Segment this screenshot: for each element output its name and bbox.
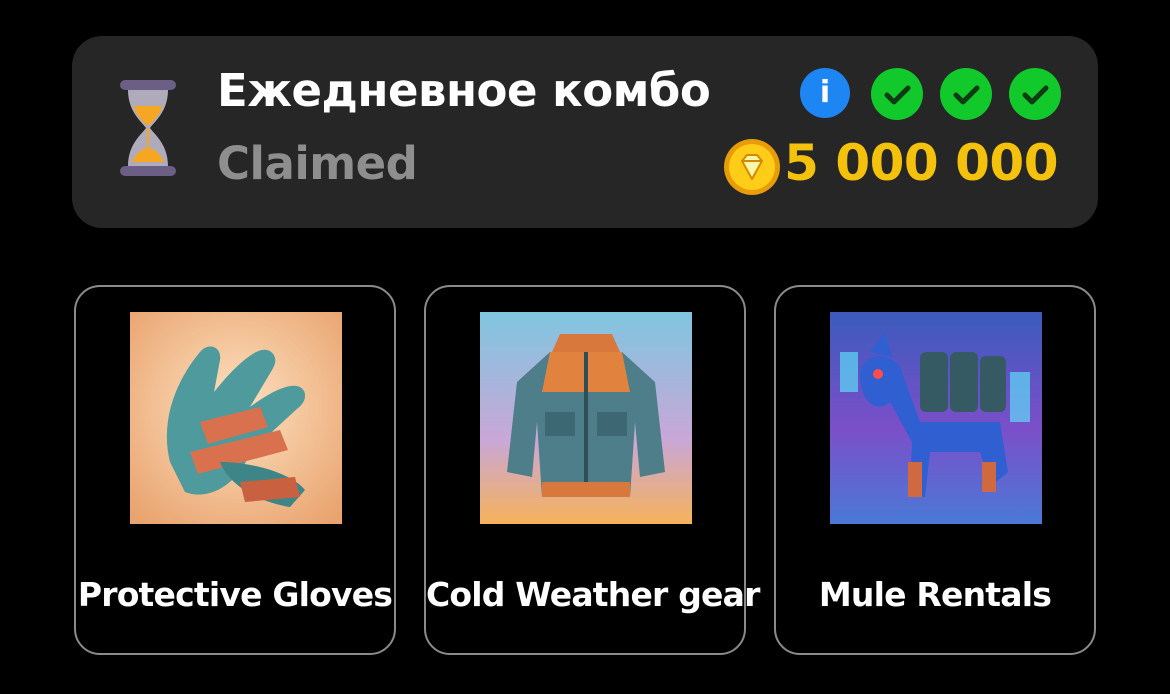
claimed-status: Claimed (217, 137, 418, 190)
combo-title: Ежедневное комбо (217, 64, 711, 117)
check-icon (871, 68, 923, 120)
item-label: Protective Gloves (77, 575, 393, 614)
item-card-mule-rentals[interactable]: Mule Rentals (774, 285, 1096, 655)
mule-image (830, 312, 1042, 524)
jacket-image (480, 312, 692, 524)
reward-amount: 5 000 000 (784, 134, 1058, 192)
item-label: Mule Rentals (818, 575, 1052, 614)
info-icon[interactable]: i (800, 68, 850, 118)
item-card-protective-gloves[interactable]: Protective Gloves (74, 285, 396, 655)
item-card-cold-weather-gear[interactable]: Cold Weather gear (424, 285, 760, 655)
coin-icon (724, 139, 780, 195)
gloves-image (130, 312, 342, 524)
check-icon (1009, 68, 1061, 120)
check-icon (940, 68, 992, 120)
item-label: Cold Weather gear (426, 575, 760, 614)
hourglass-icon (120, 80, 176, 176)
